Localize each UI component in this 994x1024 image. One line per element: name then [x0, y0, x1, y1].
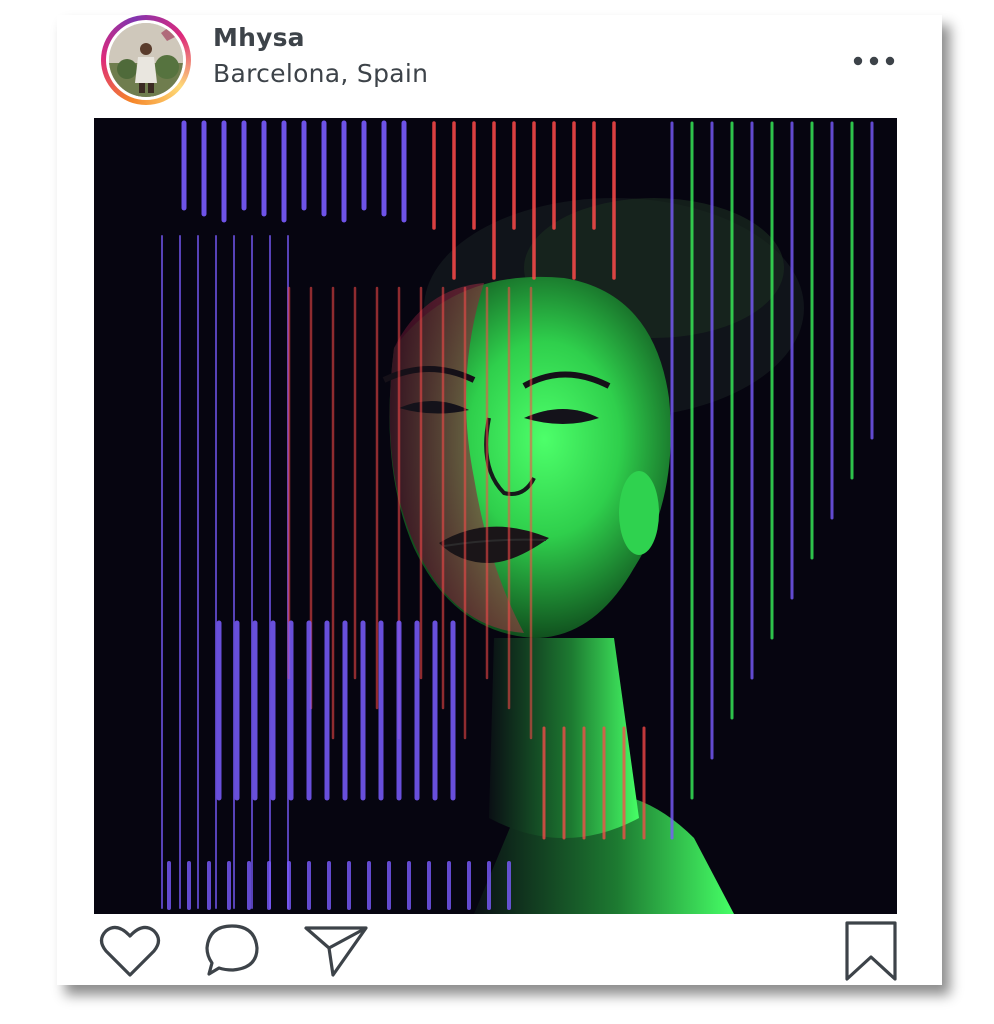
bookmark-icon	[845, 921, 897, 981]
avatar-image	[109, 23, 183, 97]
save-button[interactable]	[843, 920, 899, 986]
like-button[interactable]	[99, 923, 161, 983]
neon-portrait-artwork	[94, 118, 897, 914]
comment-button[interactable]	[203, 922, 261, 982]
share-button[interactable]	[303, 922, 369, 982]
avatar[interactable]	[101, 15, 191, 105]
more-horizontal-icon	[853, 56, 895, 66]
avatar-figure	[109, 23, 183, 97]
post-card: Mhysa Barcelona, Spain	[57, 15, 942, 985]
comment-bubble-icon	[205, 924, 259, 976]
send-paper-plane-icon	[304, 926, 368, 977]
username[interactable]: Mhysa	[213, 23, 305, 52]
more-options-button[interactable]	[852, 49, 902, 73]
heart-icon	[99, 925, 161, 977]
location[interactable]: Barcelona, Spain	[213, 59, 428, 88]
post-image[interactable]	[94, 118, 897, 914]
